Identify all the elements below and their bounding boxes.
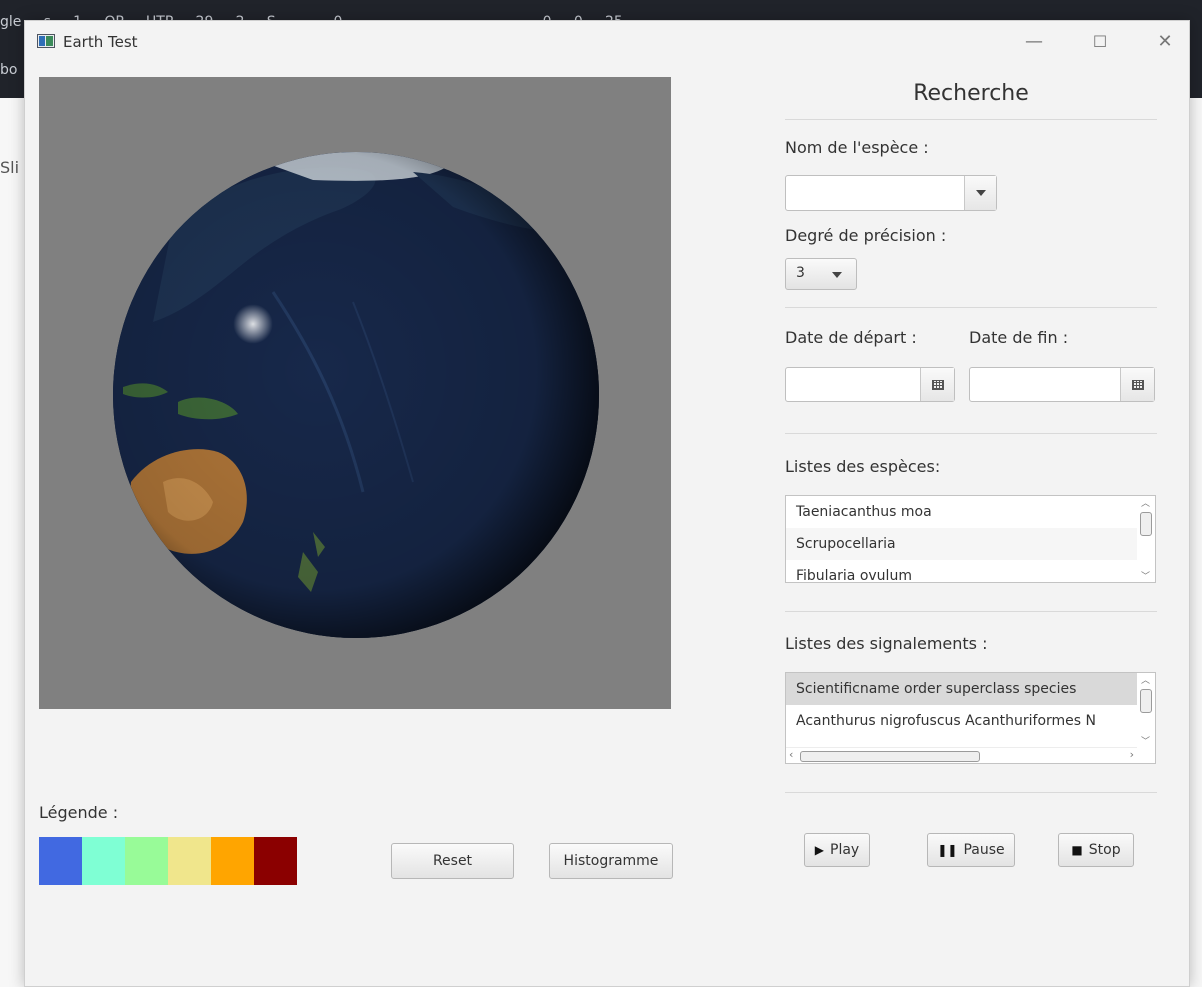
precision-value: 3 <box>796 265 805 281</box>
calendar-icon[interactable] <box>1120 368 1154 401</box>
maximize-icon[interactable]: ☐ <box>1080 27 1120 57</box>
precision-label: Degré de précision : <box>785 226 947 245</box>
precision-select[interactable]: 3 <box>785 258 857 290</box>
divider <box>785 433 1157 434</box>
stop-icon: ■ <box>1071 843 1083 857</box>
chevron-down-icon[interactable]: ﹀ <box>1141 734 1150 747</box>
list-item[interactable]: Taeniacanthus moa <box>786 496 1155 528</box>
species-list-label: Listes des espèces: <box>785 457 941 476</box>
end-date-picker[interactable] <box>969 367 1155 402</box>
species-list-scrollbar[interactable]: ︿ ﹀ <box>1137 496 1155 582</box>
minimize-icon[interactable]: — <box>1014 27 1054 57</box>
calendar-icon[interactable] <box>920 368 954 401</box>
list-item[interactable]: Scrupocellaria <box>786 528 1155 560</box>
play-button[interactable]: ▶ Play <box>804 833 870 867</box>
scrollbar-thumb[interactable] <box>1140 512 1152 536</box>
start-date-picker[interactable] <box>785 367 955 402</box>
earth-globe[interactable] <box>113 152 599 638</box>
reports-vertical-scrollbar[interactable]: ︿ ﹀ <box>1137 673 1155 747</box>
divider <box>785 307 1157 308</box>
play-label: Play <box>830 842 860 858</box>
table-row[interactable]: Acanthurus nigrofuscus Acanthuriformes N <box>786 705 1137 737</box>
scrollbar-thumb[interactable] <box>800 751 980 762</box>
scrollbar-thumb[interactable] <box>1140 689 1152 713</box>
end-date-label: Date de fin : <box>969 328 1069 347</box>
divider <box>785 792 1157 793</box>
background-app-left-strip <box>0 98 24 987</box>
stop-label: Stop <box>1088 842 1121 858</box>
reports-horizontal-scrollbar[interactable]: ‹ › <box>786 747 1137 763</box>
legend-swatch <box>39 837 82 885</box>
start-date-label: Date de départ : <box>785 328 917 347</box>
stop-button[interactable]: ■ Stop <box>1058 833 1134 867</box>
pause-icon: ❚❚ <box>937 843 958 857</box>
close-icon[interactable]: ✕ <box>1145 27 1185 57</box>
title-bar: Earth Test — ☐ ✕ <box>25 21 1189 65</box>
earth-test-window: Earth Test — ☐ ✕ Légende: Reset Histogr… <box>24 20 1190 987</box>
divider <box>785 119 1157 120</box>
legend-title: Légende : <box>39 803 119 822</box>
chevron-down-icon[interactable]: ﹀ <box>1141 569 1150 582</box>
chevron-up-icon[interactable]: ︿ <box>1141 673 1150 686</box>
list-item[interactable]: Fibularia ovulum <box>786 560 1155 582</box>
pause-label: Pause <box>963 842 1005 858</box>
legend-swatch <box>82 837 125 885</box>
chevron-down-icon[interactable] <box>964 176 996 210</box>
species-name-label: Nom de l'espèce : <box>785 138 929 157</box>
background-fragment: bo <box>0 62 18 78</box>
legend-swatch <box>168 837 211 885</box>
histogram-button[interactable]: Histogramme <box>549 843 673 879</box>
species-combobox[interactable] <box>785 175 997 211</box>
window-title: Earth Test <box>63 33 138 51</box>
globe-viewport[interactable] <box>39 77 671 709</box>
chevron-down-icon <box>832 272 842 278</box>
chevron-up-icon[interactable]: ︿ <box>1141 496 1150 509</box>
legend-swatch <box>254 837 297 885</box>
reports-table[interactable]: Scientificname order superclass species … <box>785 672 1156 764</box>
reset-button[interactable]: Reset <box>391 843 514 879</box>
chevron-right-icon[interactable]: › <box>1130 748 1134 761</box>
legend-swatch <box>211 837 254 885</box>
species-list[interactable]: Taeniacanthus moa Scrupocellaria Fibular… <box>785 495 1156 583</box>
legend-swatch <box>125 837 168 885</box>
globe-surface <box>113 152 599 638</box>
background-fragment: Sli <box>0 158 20 177</box>
background-app-right-strip <box>1190 98 1202 987</box>
play-icon: ▶ <box>814 843 825 857</box>
data-point-glow <box>233 304 273 344</box>
table-header: Scientificname order superclass species <box>786 673 1137 705</box>
reports-list-label: Listes des signalements : <box>785 634 988 653</box>
app-window-icon <box>37 34 55 48</box>
search-panel-title: Recherche <box>913 81 1029 106</box>
pause-button[interactable]: ❚❚ Pause <box>927 833 1015 867</box>
divider <box>785 611 1157 612</box>
legend-color-scale <box>39 837 297 885</box>
chevron-left-icon[interactable]: ‹ <box>789 748 793 761</box>
